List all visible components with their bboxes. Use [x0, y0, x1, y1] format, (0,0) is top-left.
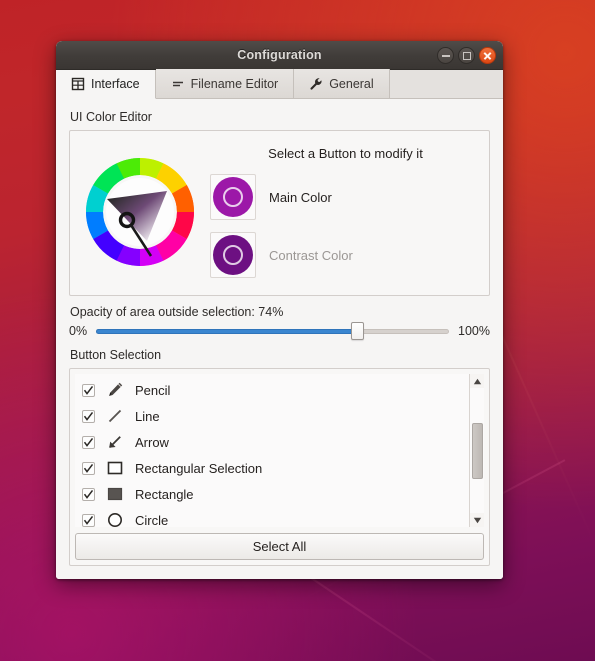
checkbox[interactable] [82, 513, 95, 527]
tab-bar: Interface Filename Editor General [56, 69, 503, 99]
list-item-label: Rectangle [135, 486, 194, 502]
checkbox[interactable] [82, 461, 95, 475]
ui-color-editor-panel: Select a Button to modify it Main Color [69, 130, 490, 296]
scrollbar-thumb[interactable] [471, 423, 483, 480]
contrast-color-inner [223, 245, 243, 265]
contrast-color-row[interactable]: Contrast Color [204, 232, 479, 278]
select-all-label: Select All [252, 539, 307, 554]
tab-interface-label: Interface [91, 77, 140, 91]
opacity-slider-thumb[interactable] [351, 322, 365, 340]
color-buttons-column: Select a Button to modify it Main Color [200, 139, 479, 290]
scroll-up-icon[interactable] [469, 374, 484, 388]
list-scrollbar[interactable] [469, 374, 484, 527]
tab-filename-editor-label: Filename Editor [190, 76, 279, 91]
line-icon [105, 407, 125, 425]
wallpaper-crease [499, 330, 595, 551]
main-color-label: Main Color [269, 189, 332, 205]
list-item[interactable]: Arrow [75, 429, 469, 455]
list-item[interactable]: Rectangular Selection [75, 455, 469, 481]
interface-grid-icon [71, 77, 85, 91]
arrow-icon [105, 433, 125, 451]
rectangular-selection-icon [105, 459, 125, 477]
list-item[interactable]: Line [75, 403, 469, 429]
minimize-icon [441, 54, 450, 57]
select-all-button[interactable]: Select All [75, 533, 484, 560]
window-title: Configuration [237, 48, 322, 62]
pencil-icon [105, 381, 125, 399]
filename-lines-icon [171, 77, 185, 91]
tab-filename-editor[interactable]: Filename Editor [155, 69, 295, 98]
list-item[interactable]: Rectangle [75, 481, 469, 507]
list-item-label: Arrow [135, 434, 169, 450]
main-color-row[interactable]: Main Color [204, 174, 479, 220]
list-item[interactable]: Pencil [75, 377, 469, 403]
checkbox[interactable] [82, 383, 95, 397]
opacity-slider[interactable] [96, 322, 450, 340]
contrast-color-label: Contrast Color [269, 247, 353, 263]
scrollbar-track[interactable] [469, 388, 484, 513]
button-selection-label: Button Selection [70, 348, 162, 362]
window-controls [437, 41, 496, 70]
tab-general[interactable]: General [294, 69, 390, 98]
rectangle-icon [105, 485, 125, 503]
color-wheel[interactable] [85, 157, 195, 267]
interface-tab-content: UI Color Editor Select a Button to modif… [56, 99, 503, 579]
list-item-label: Rectangular Selection [135, 460, 263, 476]
button-selection-panel: Pencil Line Arrow Rectangular Selection … [69, 368, 490, 566]
color-wheel-container[interactable] [80, 139, 200, 267]
button-selection-list-wrapper: Pencil Line Arrow Rectangular Selection … [75, 374, 484, 527]
contrast-color-button[interactable] [210, 232, 256, 278]
main-color-button[interactable] [210, 174, 256, 220]
checkbox[interactable] [82, 487, 95, 501]
opacity-label: Opacity of area outside selection: 74% [70, 305, 284, 319]
contrast-color-swatch [213, 235, 253, 275]
main-color-inner [223, 187, 243, 207]
maximize-icon [462, 51, 471, 60]
tab-general-label: General [329, 76, 374, 91]
minimize-button[interactable] [437, 47, 454, 64]
list-item-label: Pencil [135, 382, 171, 398]
configuration-window: Configuration Interface Filename Editor … [56, 41, 503, 579]
ui-color-editor-label: UI Color Editor [70, 110, 152, 124]
opacity-max-label: 100% [458, 324, 490, 338]
circle-icon [105, 511, 125, 527]
list-item-label: Line [135, 408, 160, 424]
tab-interface[interactable]: Interface [56, 70, 156, 99]
maximize-button[interactable] [458, 47, 475, 64]
main-color-swatch [213, 177, 253, 217]
list-item[interactable]: Circle [75, 507, 469, 527]
close-button[interactable] [479, 47, 496, 64]
opacity-slider-fill [96, 328, 358, 334]
wrench-icon [309, 77, 323, 91]
scroll-down-icon[interactable] [469, 513, 484, 527]
list-item-label: Circle [135, 512, 169, 528]
checkbox[interactable] [82, 435, 95, 449]
color-editor-prompt: Select a Button to modify it [268, 146, 423, 161]
opacity-slider-row: 0% 100% [69, 322, 490, 340]
checkbox[interactable] [82, 409, 95, 423]
window-titlebar[interactable]: Configuration [56, 41, 503, 70]
opacity-min-label: 0% [69, 324, 88, 338]
button-selection-list[interactable]: Pencil Line Arrow Rectangular Selection … [75, 374, 469, 527]
